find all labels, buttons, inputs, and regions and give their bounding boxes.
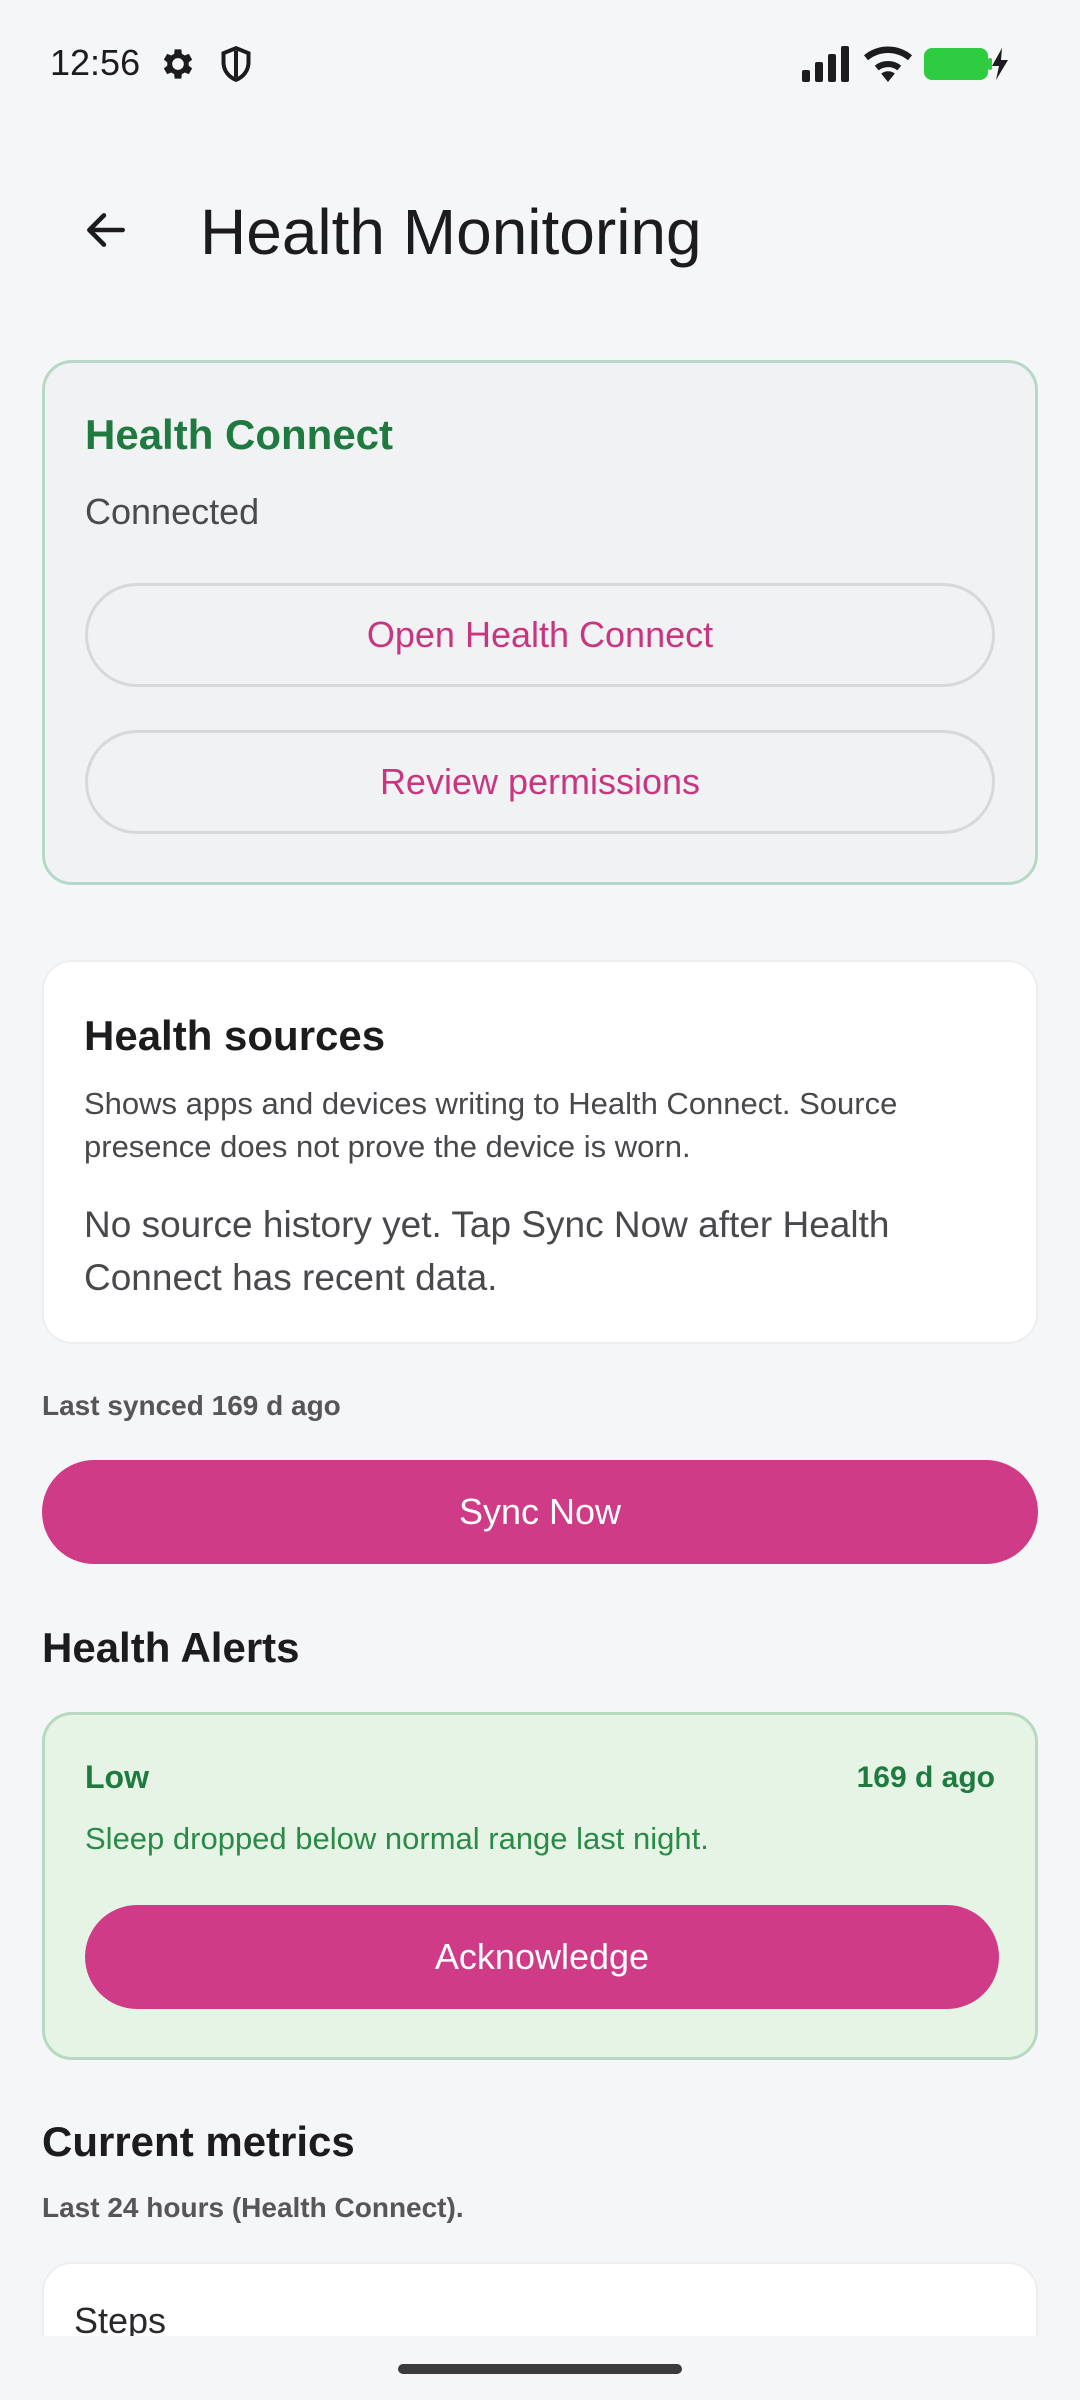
back-button[interactable] bbox=[66, 192, 146, 272]
review-permissions-button[interactable]: Review permissions bbox=[85, 730, 995, 834]
gear-icon bbox=[158, 44, 198, 84]
last-synced-text: Last synced 169 d ago bbox=[42, 1390, 341, 1421]
home-indicator[interactable] bbox=[398, 2364, 682, 2374]
app-bar: Health Monitoring bbox=[0, 180, 1080, 280]
current-metrics-subtitle: Last 24 hours (Health Connect). bbox=[42, 2192, 464, 2223]
arrow-left-icon bbox=[81, 205, 131, 260]
health-alerts-title: Health Alerts bbox=[42, 1624, 300, 1671]
battery-charging-icon bbox=[924, 46, 1008, 82]
shield-icon bbox=[216, 44, 256, 84]
page-title: Health Monitoring bbox=[200, 196, 702, 268]
sync-now-button[interactable]: Sync Now bbox=[42, 1460, 1038, 1564]
health-sources-card: Health sources Shows apps and devices wr… bbox=[42, 960, 1038, 1344]
status-time: 12:56 bbox=[50, 42, 141, 83]
health-connect-card: Health Connect Connected Open Health Con… bbox=[42, 360, 1038, 885]
health-sources-empty-message: No source history yet. Tap Sync Now afte… bbox=[84, 1204, 890, 1298]
current-metrics-title: Current metrics bbox=[42, 2118, 355, 2165]
health-sources-title: Health sources bbox=[84, 1012, 386, 1059]
alert-level: Low bbox=[85, 1759, 149, 1795]
health-sources-description: Shows apps and devices writing to Health… bbox=[84, 1086, 898, 1164]
health-connect-title: Health Connect bbox=[85, 411, 394, 458]
alert-message: Sleep dropped below normal range last ni… bbox=[85, 1821, 709, 1856]
wifi-icon bbox=[864, 44, 912, 82]
open-health-connect-button[interactable]: Open Health Connect bbox=[85, 583, 995, 687]
screen: 12:56 Health Monitoring Health Connect C… bbox=[0, 0, 1080, 2400]
alert-card: Low 169 d ago Sleep dropped below normal… bbox=[42, 1712, 1038, 2060]
acknowledge-button[interactable]: Acknowledge bbox=[85, 1905, 999, 2009]
alert-time: 169 d ago bbox=[856, 1761, 995, 1794]
health-connect-status: Connected bbox=[85, 491, 260, 532]
signal-icon bbox=[802, 46, 852, 82]
status-bar: 12:56 bbox=[0, 0, 1080, 128]
